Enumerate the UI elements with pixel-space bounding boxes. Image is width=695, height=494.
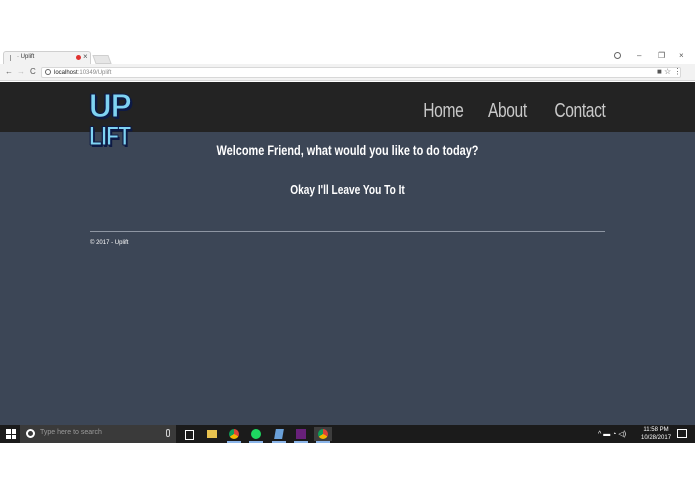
taskbar-search-box[interactable]: Type here to search bbox=[20, 425, 176, 443]
search-placeholder: Type here to search bbox=[40, 429, 102, 436]
file-explorer-icon[interactable] bbox=[203, 427, 221, 441]
tab-title: · Uplift bbox=[17, 54, 35, 60]
recording-indicator-icon bbox=[76, 55, 81, 60]
toolbar-actions[interactable]: ■ ☆ ⋮ bbox=[657, 67, 681, 76]
tab-close-button[interactable]: × bbox=[83, 52, 88, 61]
reload-button[interactable]: C bbox=[30, 67, 36, 76]
url-host: localhost bbox=[54, 70, 78, 76]
browser-toolbar: ← → C localhost:10349/Uplift ■ ☆ ⋮ bbox=[0, 64, 695, 81]
address-bar[interactable]: localhost:10349/Uplift bbox=[41, 67, 681, 78]
page-viewport: Home About Contact UP LIFT Welcome Frien… bbox=[0, 82, 695, 425]
taskbar-clock[interactable]: 11:58 PM 10/28/2017 bbox=[641, 426, 671, 442]
status-message: Okay I'll Leave You To It bbox=[290, 182, 405, 197]
notes-app-icon[interactable] bbox=[270, 427, 288, 443]
logo-text-up: UP bbox=[89, 87, 133, 124]
microphone-icon[interactable] bbox=[166, 429, 170, 437]
browser-tab[interactable]: · Uplift × bbox=[3, 51, 91, 64]
main-nav: Home About Contact bbox=[412, 100, 606, 123]
taskbar: Type here to search ^ ▬ ◔ ◁) 11:58 PM 10… bbox=[0, 425, 695, 443]
welcome-heading: Welcome Friend, what would you like to d… bbox=[216, 142, 479, 158]
page-favicon-icon bbox=[10, 55, 15, 61]
nav-home-link[interactable]: Home bbox=[424, 100, 464, 123]
cortana-icon bbox=[26, 429, 35, 438]
visual-studio-icon[interactable] bbox=[292, 427, 310, 443]
screen: · Uplift × – ❐ × ← → C localhost:10349/U… bbox=[0, 0, 695, 494]
nav-contact-link[interactable]: Contact bbox=[554, 100, 605, 123]
nav-about-link[interactable]: About bbox=[488, 100, 527, 123]
back-button[interactable]: ← bbox=[5, 67, 13, 76]
forward-button[interactable]: → bbox=[17, 67, 25, 76]
minimize-button[interactable]: – bbox=[637, 51, 641, 60]
system-tray[interactable]: ^ ▬ ◔ ◁) bbox=[598, 430, 626, 438]
chrome-active-window-icon[interactable] bbox=[314, 427, 332, 443]
spotify-icon[interactable] bbox=[247, 427, 265, 443]
clock-time: 11:58 PM bbox=[643, 427, 669, 433]
url-path: :10349/Uplift bbox=[77, 70, 112, 76]
close-window-button[interactable]: × bbox=[679, 51, 684, 60]
task-view-icon[interactable] bbox=[180, 427, 198, 441]
new-tab-button[interactable] bbox=[92, 55, 112, 64]
footer-divider bbox=[90, 231, 605, 232]
chrome-icon[interactable] bbox=[225, 427, 243, 443]
footer-copyright: © 2017 - Uplift bbox=[90, 240, 129, 246]
logo-text-lift: LIFT bbox=[89, 121, 132, 151]
windows-start-icon[interactable] bbox=[6, 429, 16, 439]
url: localhost:10349/Uplift bbox=[54, 68, 111, 78]
site-info-icon[interactable] bbox=[45, 69, 51, 75]
clock-date: 10/28/2017 bbox=[641, 435, 672, 441]
tab-strip: · Uplift × – ❐ × bbox=[0, 49, 695, 64]
maximize-button[interactable]: ❐ bbox=[658, 51, 665, 60]
profile-icon[interactable] bbox=[614, 52, 621, 59]
uplift-logo[interactable]: UP LIFT bbox=[89, 89, 133, 153]
action-center-icon[interactable] bbox=[677, 429, 687, 438]
